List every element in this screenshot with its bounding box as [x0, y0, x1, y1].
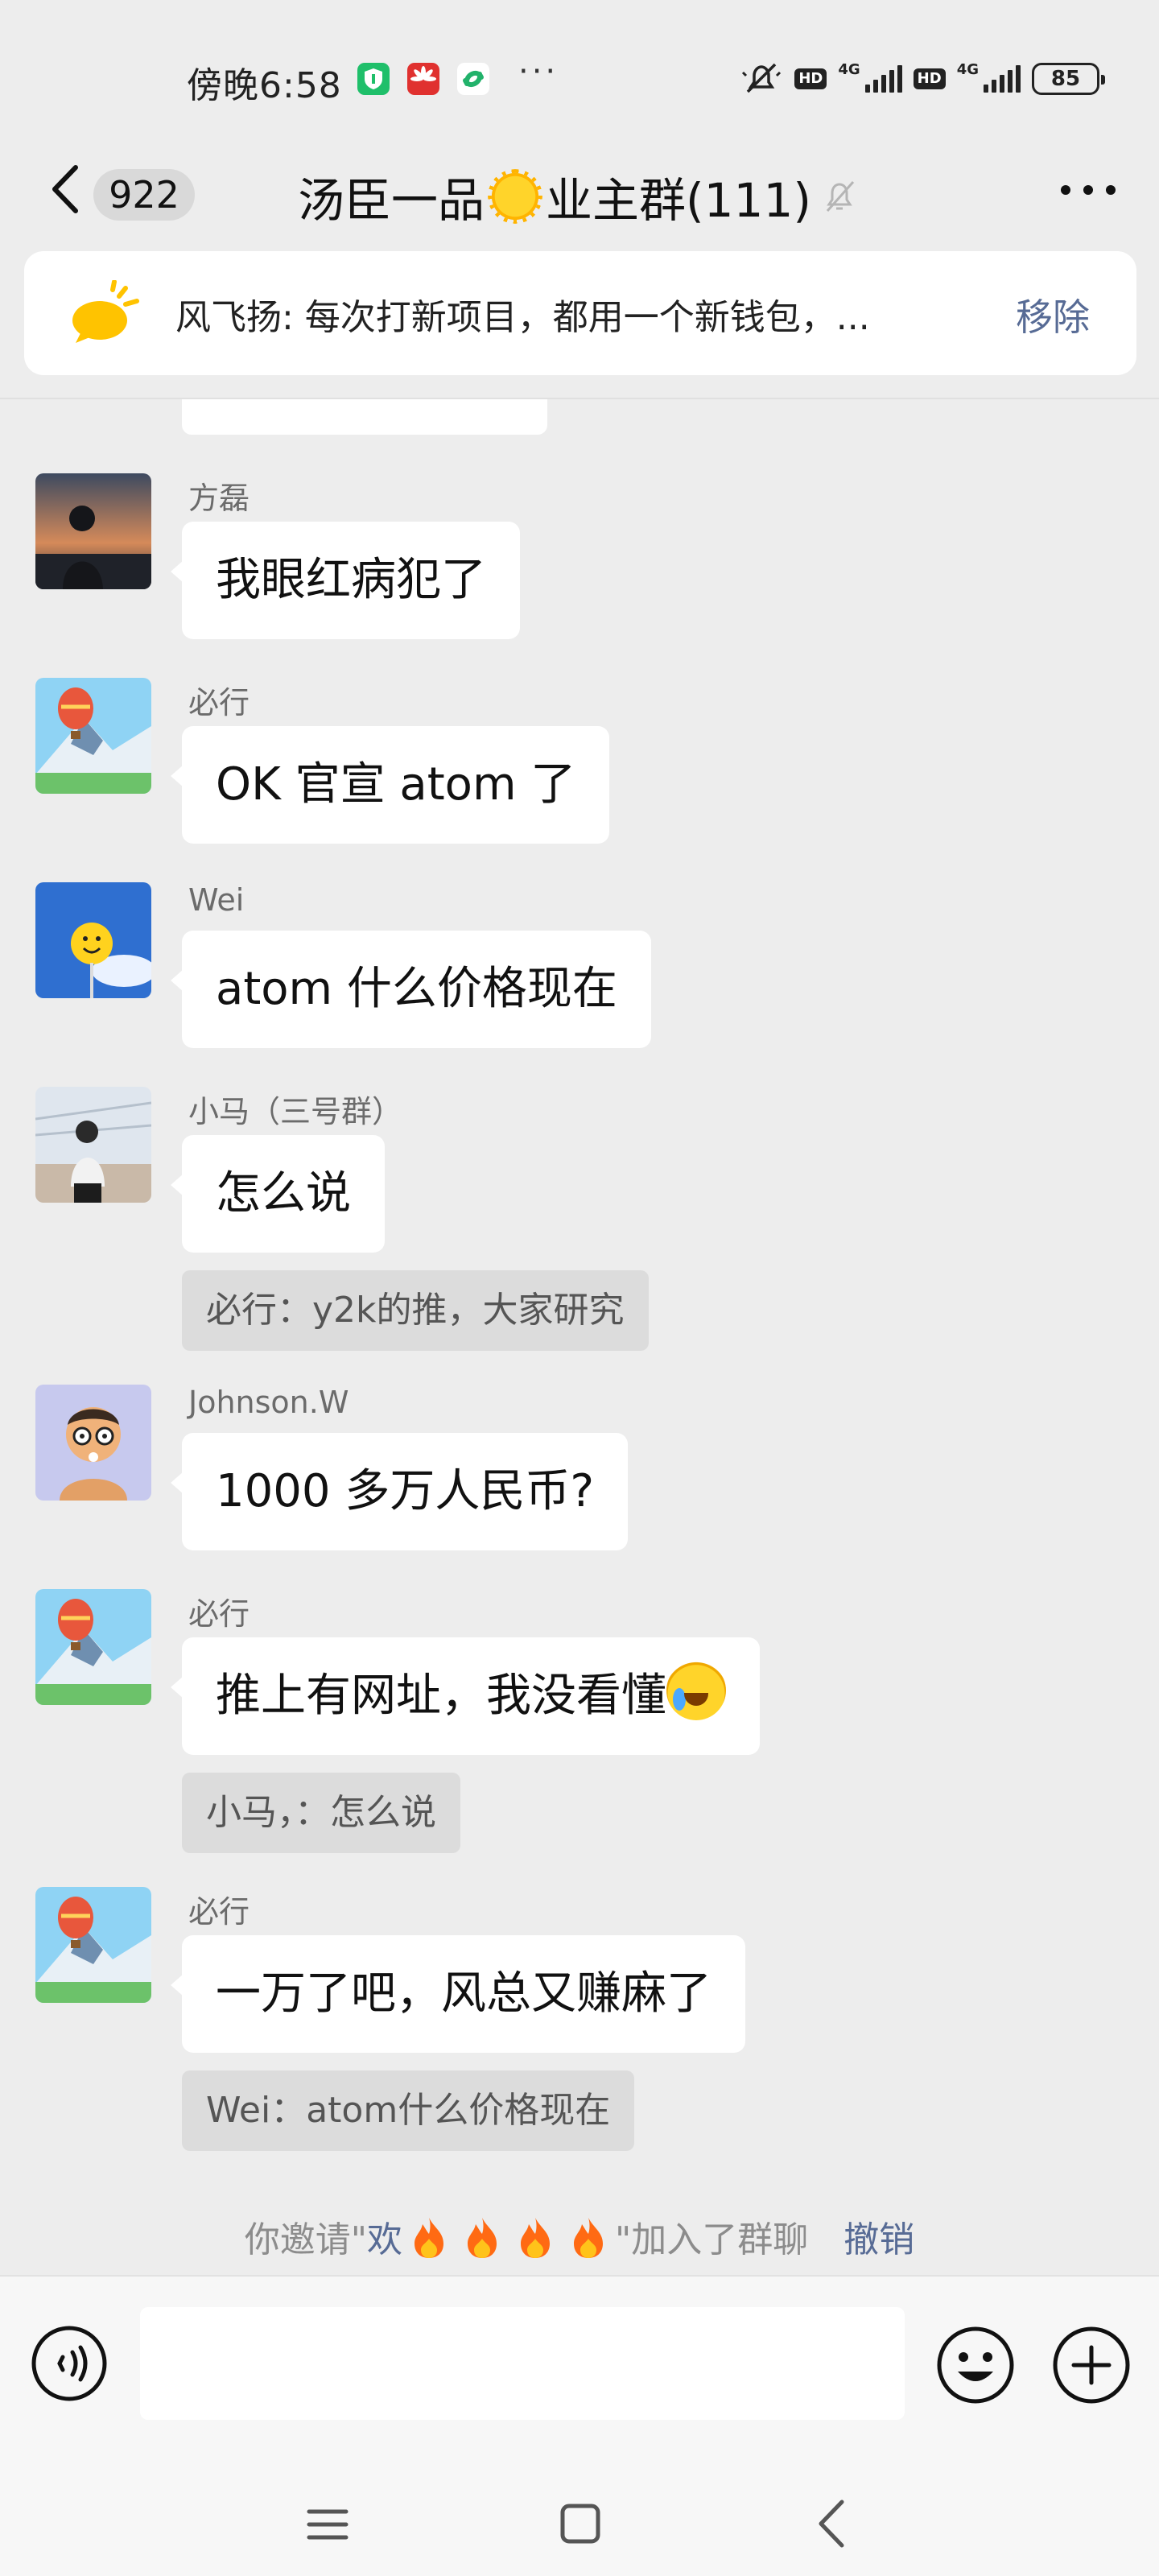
quote-reply[interactable]: 小马，：怎么说: [182, 1773, 460, 1853]
signal-icon: [984, 65, 1021, 93]
green-swirl-app-icon: [457, 63, 489, 95]
sender-name: 必行: [188, 1596, 250, 1632]
sender-name: Wei: [188, 882, 245, 918]
bell-off-icon: [826, 181, 855, 212]
battery-icon: 85: [1032, 63, 1105, 95]
fire-emoji-icon: [468, 2218, 497, 2258]
fire-emoji-icon: [574, 2218, 603, 2258]
message-list[interactable]: 方磊 我眼红病犯了 必行 OK 官宣 atom 了 Wei atom 什么价格现…: [0, 399, 1159, 2275]
voice-icon[interactable]: [31, 2325, 108, 2402]
avatar[interactable]: [35, 678, 151, 794]
invitee-name-link[interactable]: 欢: [367, 2219, 402, 2260]
input-bar: [0, 2275, 1159, 2428]
status-more-icon: ···: [518, 53, 559, 90]
sender-name: Johnson.W: [188, 1385, 349, 1420]
undo-link[interactable]: 撤销: [843, 2219, 914, 2260]
pinned-notice[interactable]: 风飞扬: 每次打新项目，都用一个新钱包，... 移除: [24, 251, 1136, 375]
message-bubble[interactable]: 我眼红病犯了: [171, 522, 520, 639]
notice-remove-button[interactable]: 移除: [1016, 288, 1090, 341]
chevron-left-icon[interactable]: [45, 153, 85, 225]
unread-count-badge[interactable]: 922: [93, 169, 195, 221]
smiley-icon[interactable]: [935, 2325, 1016, 2405]
message-bubble[interactable]: 推上有网址，我没看懂: [171, 1637, 760, 1755]
notice-text: 风飞扬: 每次打新项目，都用一个新钱包，...: [175, 297, 870, 338]
hd-badge: HD: [794, 68, 827, 89]
message-bubble[interactable]: atom 什么价格现在: [171, 931, 651, 1048]
avatar[interactable]: [35, 1589, 151, 1705]
message-bubble[interactable]: 1000 多万人民币?: [170, 1433, 629, 1550]
quote-reply[interactable]: Wei：atom什么价格现在: [182, 2070, 635, 2151]
network-type: 4G: [838, 60, 860, 78]
system-message-prefix: 你邀请": [244, 2219, 367, 2260]
status-time: 傍晚6:58: [187, 65, 342, 106]
home-icon[interactable]: [559, 2502, 602, 2545]
laugh-cry-emoji-icon: [666, 1661, 726, 1720]
avatar[interactable]: [35, 1385, 151, 1501]
message-bubble[interactable]: OK 官宣 atom 了: [170, 726, 610, 844]
message-input[interactable]: [140, 2307, 905, 2420]
avatar[interactable]: [35, 1087, 151, 1203]
fire-emoji-icon: [521, 2218, 550, 2258]
message-text: 推上有网址，我没看懂: [216, 1670, 666, 1722]
sender-name: 必行: [188, 685, 250, 720]
status-right: HD 4G HD 4G 85: [740, 60, 1105, 98]
quote-reply[interactable]: 必行：y2k的推，大家研究: [182, 1270, 649, 1351]
message-bubble-partial[interactable]: [182, 399, 547, 435]
status-bar: 傍晚6:58 ··· HD 4G HD 4G 85: [0, 0, 1159, 153]
chat-title[interactable]: 汤臣一品 业主群(111): [298, 163, 811, 230]
plus-circle-icon[interactable]: [1051, 2325, 1132, 2405]
message-bubble[interactable]: 怎么说: [171, 1135, 385, 1253]
fire-emoji-icon: [415, 2218, 443, 2258]
avatar[interactable]: [35, 882, 151, 998]
system-message-suffix: "加入了群聊: [615, 2219, 809, 2260]
network-type: 4G: [956, 60, 979, 78]
chat-header: 922 汤臣一品 业主群(111): [0, 145, 1159, 242]
sender-name: 小马（三号群）: [188, 1094, 403, 1129]
system-message: 你邀请"欢 "加入了群聊 撤销: [0, 2211, 1159, 2262]
shield-app-icon: [357, 63, 390, 95]
more-horizontal-icon[interactable]: [1059, 182, 1117, 198]
avatar[interactable]: [35, 473, 151, 589]
chat-title-suffix: 业主群(111): [546, 173, 811, 228]
huawei-app-icon: [407, 63, 439, 95]
signal-icon: [864, 65, 902, 93]
megaphone-icon: [72, 280, 139, 343]
back-icon[interactable]: [813, 2497, 850, 2550]
menu-icon[interactable]: [306, 2505, 349, 2544]
avatar[interactable]: [35, 1887, 151, 2003]
sender-name: 方磊: [188, 481, 250, 516]
mute-status-icon: [742, 63, 782, 93]
hd-badge: HD: [913, 68, 946, 89]
system-nav-bar: [0, 2428, 1159, 2576]
sender-name: 必行: [188, 1894, 250, 1930]
sun-emoji-icon: [488, 169, 543, 224]
chat-title-prefix: 汤臣一品: [298, 173, 485, 228]
message-bubble[interactable]: 一万了吧，风总又赚麻了: [171, 1935, 745, 2053]
